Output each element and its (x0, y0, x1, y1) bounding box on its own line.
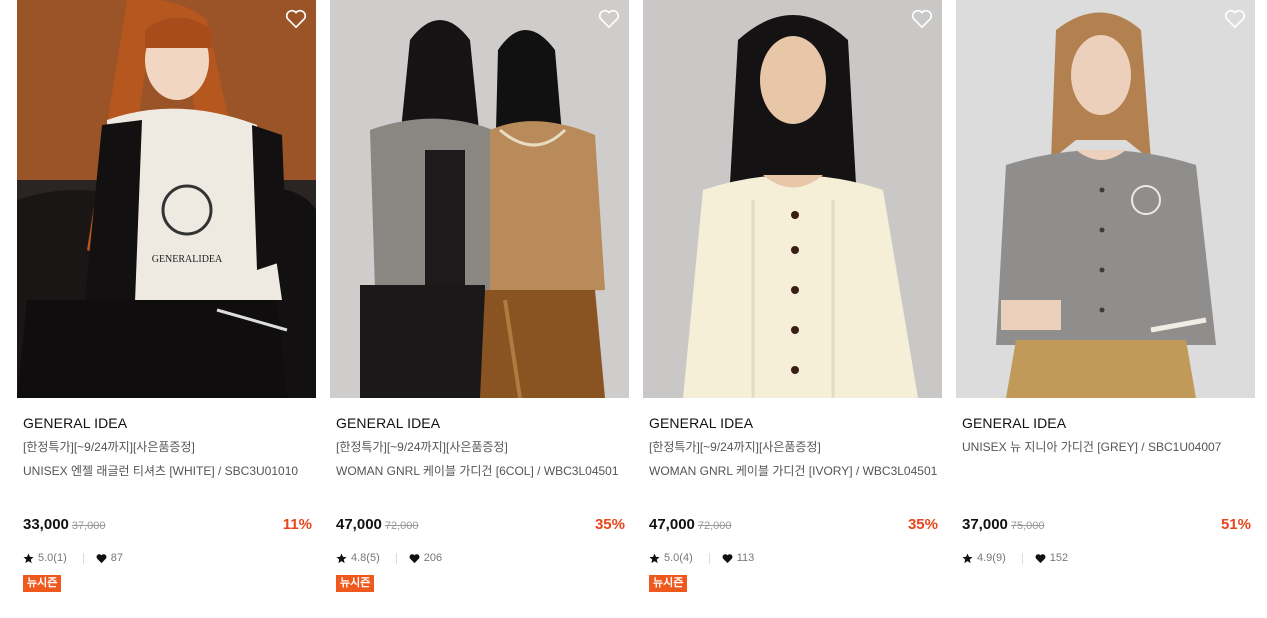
product-brand[interactable]: GENERAL IDEA (336, 415, 624, 431)
rating-value: 4.9(9) (977, 552, 1006, 564)
new-season-badge: 뉴시즌 (23, 575, 62, 592)
discount-rate: 51% (1220, 516, 1251, 533)
original-price: 75,000 (1010, 520, 1045, 532)
like-count: 113 (736, 552, 755, 564)
wishlist-heart-icon[interactable] (1224, 9, 1246, 29)
price-row: 47,000 72,000 35% (336, 516, 625, 534)
original-price: 72,000 (697, 520, 732, 532)
divider (708, 552, 710, 564)
sale-price: 37,000 (962, 516, 1008, 533)
product-photo (330, 0, 629, 398)
original-price: 72,000 (384, 520, 419, 532)
product-card[interactable]: GENERAL IDEA [한정특가][~9/24까지][사은품증정] WOMA… (643, 0, 942, 618)
product-photo (643, 0, 942, 398)
divider (1021, 552, 1023, 564)
sale-price: 47,000 (336, 516, 382, 533)
svg-text:GENERALIDEA: GENERALIDEA (152, 254, 223, 265)
new-season-badge: 뉴시즌 (649, 575, 688, 592)
product-promo[interactable]: [한정특가][~9/24까지][사은품증정] (23, 439, 311, 455)
star-icon (649, 552, 660, 564)
like-count: 206 (423, 552, 443, 564)
product-card[interactable]: GENERAL IDEA [한정특가][~9/24까지][사은품증정] WOMA… (330, 0, 629, 618)
product-name[interactable]: WOMAN GNRL 케이블 가디건 [6COL] / WBC3L04501 (336, 463, 624, 479)
product-brand[interactable]: GENERAL IDEA (23, 415, 311, 431)
discount-rate: 35% (907, 516, 938, 533)
product-grid: GENERALIDEA GENERAL IDEA [한정특가][~9/24까지]… (0, 0, 1267, 618)
product-card[interactable]: GENERALIDEA GENERAL IDEA [한정특가][~9/24까지]… (17, 0, 316, 618)
price-row: 33,000 37,000 11% (23, 516, 312, 534)
sale-price: 47,000 (649, 516, 695, 533)
product-brand[interactable]: GENERAL IDEA (962, 415, 1250, 431)
product-brand[interactable]: GENERAL IDEA (649, 415, 937, 431)
product-image[interactable]: GENERALIDEA (17, 0, 316, 398)
divider (82, 552, 84, 564)
discount-rate: 35% (594, 516, 625, 533)
price-row: 47,000 72,000 35% (649, 516, 938, 534)
product-promo[interactable]: [한정특가][~9/24까지][사은품증정] (649, 439, 937, 455)
product-image[interactable] (956, 0, 1255, 398)
new-season-badge: 뉴시즌 (336, 575, 375, 592)
star-icon (336, 552, 347, 564)
heart-filled-icon (96, 553, 107, 564)
product-name[interactable]: UNISEX 엔젤 래글런 티셔츠 [WHITE] / SBC3U01010 (23, 463, 311, 479)
product-promo[interactable]: [한정특가][~9/24까지][사은품증정] (336, 439, 624, 455)
original-price: 37,000 (71, 520, 106, 532)
star-icon (962, 552, 973, 564)
product-card[interactable]: GENERAL IDEA UNISEX 뉴 지니아 가디건 [GREY] / S… (956, 0, 1255, 618)
review-meta: 5.0(1) 87 (23, 551, 123, 565)
heart-filled-icon (722, 553, 733, 564)
product-photo: GENERALIDEA (17, 0, 316, 398)
like-count: 152 (1049, 552, 1069, 564)
product-name[interactable]: WOMAN GNRL 케이블 가디건 [IVORY] / WBC3L04501 (649, 463, 937, 479)
product-photo (956, 0, 1255, 398)
review-meta: 4.8(5) 206 (336, 551, 442, 565)
rating-value: 5.0(4) (664, 552, 693, 564)
product-image[interactable] (330, 0, 629, 398)
wishlist-heart-icon[interactable] (285, 9, 307, 29)
wishlist-heart-icon[interactable] (911, 9, 933, 29)
product-image[interactable] (643, 0, 942, 398)
sale-price: 33,000 (23, 516, 69, 533)
price-row: 37,000 75,000 51% (962, 516, 1251, 534)
review-meta: 5.0(4) 113 (649, 551, 754, 565)
heart-filled-icon (1035, 553, 1046, 564)
star-icon (23, 552, 34, 564)
product-name[interactable]: UNISEX 뉴 지니아 가디건 [GREY] / SBC1U04007 (962, 439, 1250, 455)
rating-value: 5.0(1) (38, 552, 67, 564)
wishlist-heart-icon[interactable] (598, 9, 620, 29)
rating-value: 4.8(5) (351, 552, 380, 564)
heart-filled-icon (409, 553, 420, 564)
like-count: 87 (110, 552, 123, 564)
divider (395, 552, 397, 564)
review-meta: 4.9(9) 152 (962, 551, 1068, 565)
discount-rate: 11% (282, 516, 312, 533)
